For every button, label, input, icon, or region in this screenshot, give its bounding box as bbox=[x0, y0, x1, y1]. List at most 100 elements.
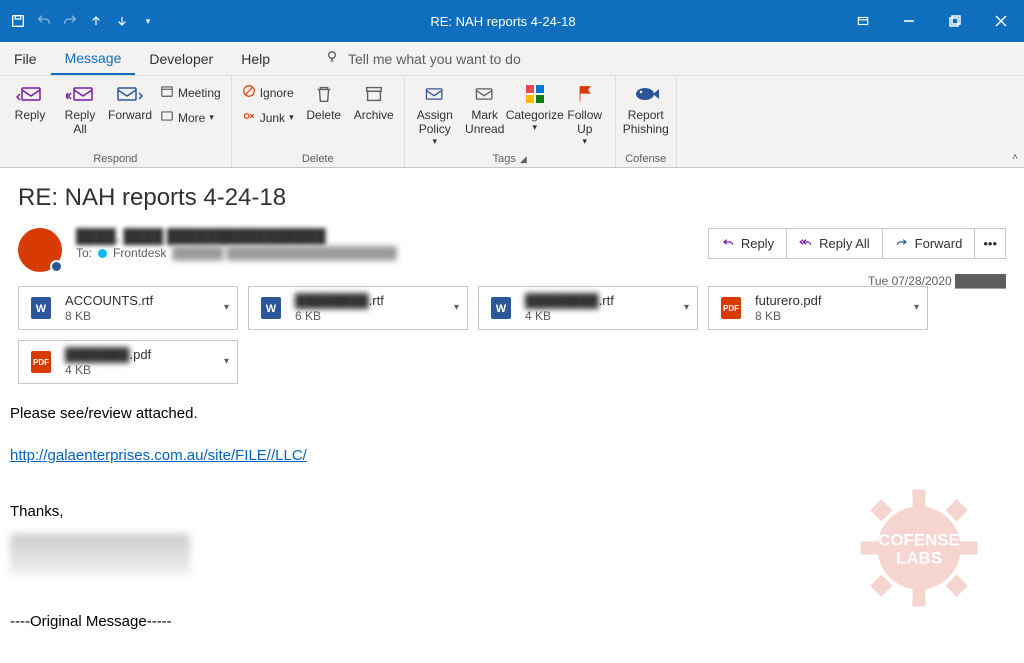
attachment-size: 8 KB bbox=[65, 309, 214, 323]
original-message-marker: ----Original Message----- bbox=[10, 610, 1014, 634]
attachment-size: 4 KB bbox=[65, 363, 214, 377]
ribbon: Reply Reply All Forward Meeting More▾ Re… bbox=[0, 76, 1024, 168]
archive-button[interactable]: Archive bbox=[350, 78, 398, 122]
forward-icon bbox=[114, 82, 146, 106]
undo-icon[interactable] bbox=[36, 13, 52, 29]
more-button[interactable]: More▾ bbox=[156, 107, 225, 128]
pdf-icon: PDF bbox=[27, 348, 55, 376]
subject-text: RE: NAH reports 4-24-18 bbox=[18, 184, 1006, 212]
attachment-name: ACCOUNTS.rtf bbox=[65, 293, 214, 309]
collapse-ribbon-icon[interactable]: ˄ bbox=[1012, 152, 1018, 163]
to-field: To: Frontdesk ██████ ███████████████████… bbox=[76, 246, 709, 260]
reply-icon bbox=[721, 235, 735, 252]
reply-all-button[interactable]: Reply All bbox=[56, 78, 104, 136]
attachment-size: 6 KB bbox=[295, 309, 444, 323]
pdf-icon: PDF bbox=[717, 294, 745, 322]
presence-dot-icon bbox=[98, 249, 107, 258]
report-phishing-button[interactable]: Report Phishing bbox=[622, 78, 670, 136]
dialog-launcher-icon[interactable]: ◢ bbox=[520, 154, 527, 164]
forward-button[interactable]: Forward bbox=[106, 78, 154, 122]
svg-text:W: W bbox=[36, 303, 47, 315]
attachment-item[interactable]: W ACCOUNTS.rtf 8 KB ▾ bbox=[18, 286, 238, 330]
from-field: ████, ████ ████████████████ bbox=[76, 228, 709, 244]
reply-all-icon bbox=[64, 82, 96, 106]
body-line: Please see/review attached. bbox=[10, 402, 1014, 426]
trash-icon bbox=[308, 82, 340, 106]
tab-developer[interactable]: Developer bbox=[135, 42, 227, 75]
reply-button[interactable]: Reply bbox=[6, 78, 54, 122]
group-cofense-label: Cofense bbox=[622, 153, 670, 167]
header-reply-all-button[interactable]: Reply All bbox=[786, 228, 883, 259]
flag-icon bbox=[569, 82, 601, 106]
maximize-icon[interactable] bbox=[932, 0, 978, 42]
attachment-item[interactable]: W ████████.rtf 4 KB ▾ bbox=[478, 286, 698, 330]
reply-all-icon bbox=[799, 235, 813, 252]
ellipsis-icon: ••• bbox=[983, 236, 997, 251]
window-title: RE: NAH reports 4-24-18 bbox=[166, 14, 840, 29]
chevron-down-icon[interactable]: ▾ bbox=[914, 302, 919, 313]
mark-unread-button[interactable]: Mark Unread bbox=[461, 78, 509, 136]
save-icon[interactable] bbox=[10, 13, 26, 29]
calendar-icon bbox=[160, 84, 174, 101]
follow-up-button[interactable]: Follow Up▾ bbox=[561, 78, 609, 147]
redo-icon[interactable] bbox=[62, 13, 78, 29]
attachment-size: 4 KB bbox=[525, 309, 674, 323]
header-reply-button[interactable]: Reply bbox=[708, 228, 787, 259]
close-icon[interactable] bbox=[978, 0, 1024, 42]
assign-policy-button[interactable]: Assign Policy▾ bbox=[411, 78, 459, 147]
attachment-name: ████████.rtf bbox=[525, 293, 674, 309]
minimize-icon[interactable] bbox=[886, 0, 932, 42]
attachment-name: futurero.pdf bbox=[755, 293, 904, 309]
header-forward-button[interactable]: Forward bbox=[882, 228, 976, 259]
attachment-item[interactable]: W ████████.rtf 6 KB ▾ bbox=[248, 286, 468, 330]
ignore-button[interactable]: Ignore bbox=[238, 82, 298, 103]
chevron-down-icon[interactable]: ▾ bbox=[224, 356, 229, 367]
categorize-icon bbox=[519, 82, 551, 106]
signature-redacted bbox=[10, 534, 190, 574]
meeting-button[interactable]: Meeting bbox=[156, 82, 225, 103]
junk-button[interactable]: Junk▾ bbox=[238, 107, 298, 128]
attachment-row: W ACCOUNTS.rtf 8 KB ▾ W ████████.rtf 6 K… bbox=[0, 282, 1024, 398]
chevron-down-icon[interactable]: ▾ bbox=[224, 302, 229, 313]
fish-icon bbox=[630, 82, 662, 106]
svg-text:PDF: PDF bbox=[33, 358, 49, 367]
body-thanks: Thanks, bbox=[10, 500, 1014, 524]
word-icon: W bbox=[27, 294, 55, 322]
message-header: ████, ████ ████████████████ To: Frontdes… bbox=[0, 222, 1024, 282]
tell-me-search[interactable]: Tell me what you want to do bbox=[324, 49, 521, 68]
arrow-down-icon[interactable] bbox=[114, 13, 130, 29]
tab-help[interactable]: Help bbox=[227, 42, 284, 75]
reply-icon bbox=[14, 82, 46, 106]
ribbon-tabs: File Message Developer Help Tell me what… bbox=[0, 42, 1024, 76]
body-link[interactable]: http://galaenterprises.com.au/site/FILE/… bbox=[10, 447, 307, 464]
tab-message[interactable]: Message bbox=[51, 42, 136, 75]
attachment-item[interactable]: PDF ███████.pdf 4 KB ▾ bbox=[18, 340, 238, 384]
avatar bbox=[18, 228, 62, 272]
header-more-button[interactable]: ••• bbox=[974, 228, 1006, 259]
header-actions: Reply Reply All Forward ••• bbox=[709, 228, 1006, 259]
word-icon: W bbox=[487, 294, 515, 322]
more-icon bbox=[160, 109, 174, 126]
quick-access-toolbar: ▾ bbox=[0, 13, 166, 29]
message-body: Please see/review attached. http://galae… bbox=[0, 398, 1024, 638]
tab-file[interactable]: File bbox=[0, 42, 51, 75]
attachment-size: 8 KB bbox=[755, 309, 904, 323]
attachment-name: ███████.pdf bbox=[65, 347, 214, 363]
chevron-down-icon[interactable]: ▾ bbox=[454, 302, 459, 313]
title-bar: ▾ RE: NAH reports 4-24-18 bbox=[0, 0, 1024, 42]
arrow-up-icon[interactable] bbox=[88, 13, 104, 29]
qat-customize-icon[interactable]: ▾ bbox=[140, 13, 156, 29]
subject-area: RE: NAH reports 4-24-18 bbox=[0, 168, 1024, 222]
svg-text:PDF: PDF bbox=[723, 304, 739, 313]
group-tags-label: Tags◢ bbox=[411, 153, 609, 167]
ribbon-display-icon[interactable] bbox=[840, 0, 886, 42]
delete-button[interactable]: Delete bbox=[300, 78, 348, 122]
svg-text:W: W bbox=[496, 303, 507, 315]
unread-icon bbox=[469, 82, 501, 106]
categorize-button[interactable]: Categorize▾ bbox=[511, 78, 559, 133]
junk-icon bbox=[242, 109, 256, 126]
presence-icon bbox=[50, 260, 63, 273]
attachment-item[interactable]: PDF futurero.pdf 8 KB ▾ bbox=[708, 286, 928, 330]
chevron-down-icon[interactable]: ▾ bbox=[684, 302, 689, 313]
word-icon: W bbox=[257, 294, 285, 322]
